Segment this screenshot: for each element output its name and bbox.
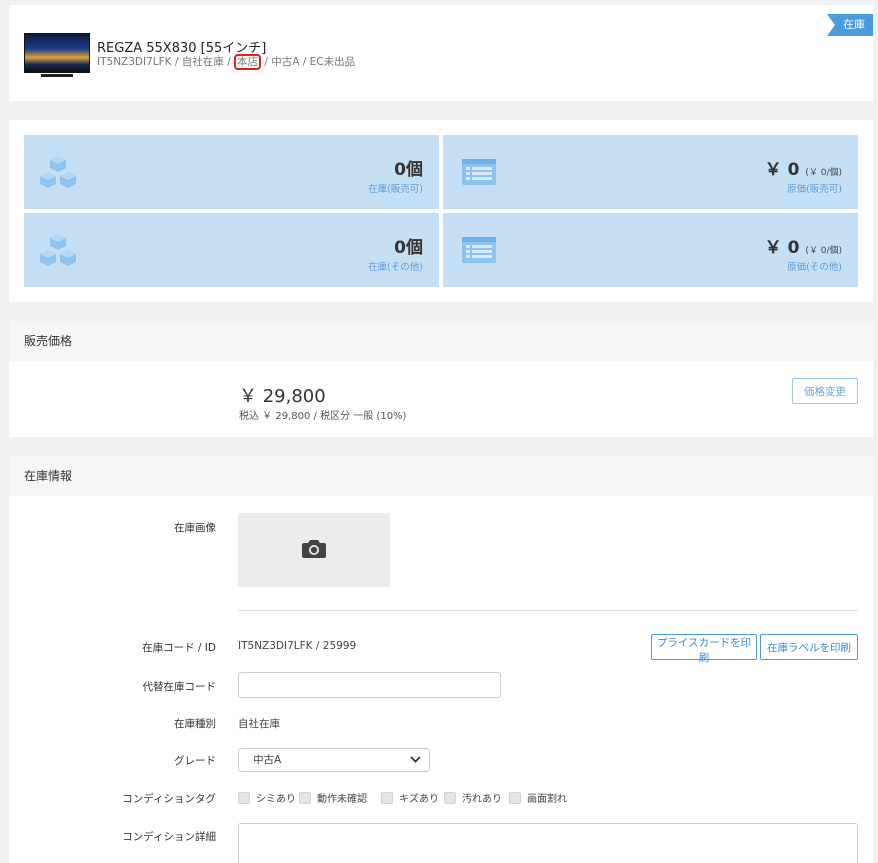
stat-card-stock-available: 0個 在庫(販売可) [24,135,439,209]
stat-card-cost-available: ￥ 0 (￥ 0/個) 原価(販売可) [443,135,858,209]
product-thumbnail[interactable] [24,33,90,77]
stat-label: 在庫(その他) [368,262,423,273]
price-section-heading: 販売価格 [9,321,873,361]
cubes-icon [38,233,78,272]
condition-tag-label: コンディションタグ [122,793,216,805]
stock-image-label: 在庫画像 [174,522,216,534]
stock-code-label: 在庫コード / ID [142,642,216,654]
stock-info-section: 在庫画像 在庫コード / ID IT5NZ3DI7LFK / 25999 プライ… [9,496,873,863]
condition-tag-screen-crack[interactable]: 画面割れ [509,790,567,805]
alt-code-input[interactable] [238,672,501,698]
grade-label: グレード [174,755,216,767]
chevron-down-icon [410,752,421,777]
stat-label: 原価(販売可) [787,184,842,195]
stat-value: ￥ 0 (￥ 0/個) [764,160,842,180]
condition-tag-dirt[interactable]: 汚れあり [444,790,502,805]
stat-value: ￥ 0 (￥ 0/個) [764,238,842,258]
product-header: REGZA 55X830 [55インチ] IT5NZ3DI7LFK / 自社在庫… [9,5,873,101]
print-stock-label-button[interactable]: 在庫ラベルを印刷 [760,634,858,660]
stat-value: 0個 [394,238,423,258]
condition-tag-scratch[interactable]: キズあり [381,790,439,805]
stat-label: 原価(その他) [787,262,842,273]
product-subtitle: IT5NZ3DI7LFK / 自社在庫 / 本店 / 中古A / EC未出品 [97,54,356,70]
checkbox[interactable] [444,791,456,804]
checkbox[interactable] [509,791,521,804]
stock-type-value: 自社在庫 [238,718,280,730]
stock-stats-panel: 0個 在庫(販売可) ￥ 0 (￥ 0/個) 原価(販売可) 0個 在庫(その他… [9,120,873,302]
condition-detail-textarea[interactable] [238,823,858,863]
stat-card-stock-other: 0個 在庫(その他) [24,213,439,287]
list-icon [462,237,496,266]
camera-icon [302,540,326,558]
store-name: 本店 [234,54,261,70]
stock-section-heading: 在庫情報 [9,456,873,496]
checkbox[interactable] [381,791,393,804]
checkbox[interactable] [238,791,250,804]
sale-price: ￥ 29,800 [239,386,326,407]
grade-selected-value: 中古A [253,754,282,766]
checkbox[interactable] [299,791,311,804]
grade-select[interactable]: 中古A [238,748,430,772]
condition-tag-untested[interactable]: 動作未確認 [299,790,367,805]
divider [238,610,858,611]
subtitle-prefix: IT5NZ3DI7LFK / 自社在庫 / [97,56,231,68]
list-icon [462,159,496,188]
alt-code-label: 代替在庫コード [142,681,217,693]
stock-type-label: 在庫種別 [174,718,216,730]
condition-detail-label: コンディション詳細 [122,831,216,843]
cubes-icon [38,155,78,194]
print-price-card-button[interactable]: プライスカードを印刷 [651,634,757,664]
stock-image-upload[interactable] [238,513,390,587]
status-badge: 在庫 [827,14,873,36]
condition-tag-stain[interactable]: シミあり [238,790,296,805]
subtitle-suffix: / 中古A / EC未出品 [264,56,356,68]
stat-value: 0個 [394,160,423,180]
change-price-button[interactable]: 価格変更 [792,378,858,404]
tax-detail: 税込 ￥ 29,800 / 税区分 一般 (10%) [239,411,407,422]
price-section: ￥ 29,800 税込 ￥ 29,800 / 税区分 一般 (10%) 価格変更 [9,361,873,437]
stat-card-cost-other: ￥ 0 (￥ 0/個) 原価(その他) [443,213,858,287]
stat-label: 在庫(販売可) [368,184,423,195]
stock-code-value: IT5NZ3DI7LFK / 25999 [238,640,357,652]
